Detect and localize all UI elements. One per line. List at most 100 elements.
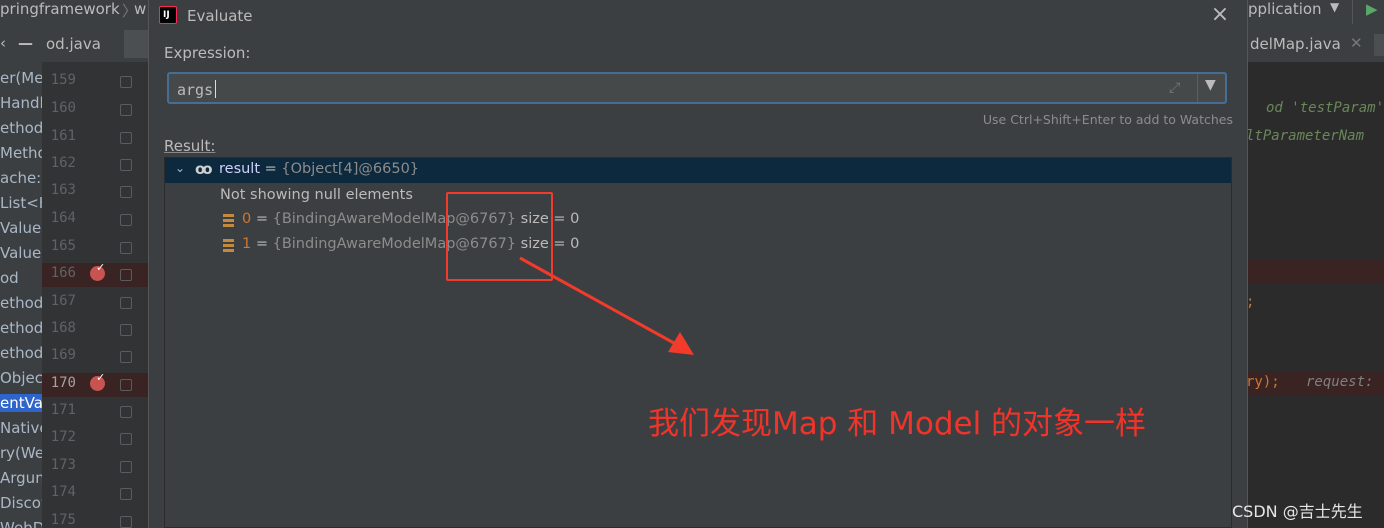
code-fragment: request: [1306, 374, 1374, 390]
editor-code-area[interactable]: od 'testParam' ltParameterNam; ry); request… [1246, 62, 1384, 528]
line-number: 173 [50, 457, 76, 473]
structure-item[interactable]: Discov [0, 494, 42, 512]
element-equals: = [251, 236, 273, 252]
run-icon[interactable]: ▶ [1366, 0, 1378, 18]
close-tab-icon[interactable]: ✕ [1350, 34, 1363, 52]
minimize-icon[interactable]: — [18, 34, 33, 52]
array-element-icon [223, 214, 234, 227]
fold-icon[interactable] [120, 324, 132, 336]
chevron-down-icon[interactable]: ▼ [1330, 0, 1339, 14]
line-number: 162 [50, 155, 76, 171]
line-number: 172 [50, 429, 76, 445]
fold-icon[interactable] [120, 104, 132, 116]
fold-icon[interactable] [120, 433, 132, 445]
structure-item[interactable]: List<H [0, 194, 42, 212]
line-number: 174 [50, 484, 76, 500]
array-element-icon [223, 239, 234, 252]
code-fragment: ry); [1246, 374, 1280, 390]
fold-icon[interactable] [120, 379, 132, 391]
breadcrumb-next[interactable]: w [134, 0, 146, 18]
fold-icon[interactable] [120, 488, 132, 500]
element-size-value: 0 [570, 236, 580, 252]
watermark: CSDN @吉士先生 [1232, 502, 1363, 521]
expression-input[interactable] [177, 79, 1157, 101]
element-size-value: 0 [570, 211, 580, 227]
line-number: 163 [50, 182, 76, 198]
structure-item[interactable]: ry(Wel [0, 444, 42, 462]
structure-item[interactable]: entValu [0, 394, 42, 412]
watch-glasses-icon: oo [195, 160, 213, 178]
project-breadcrumb[interactable]: pringframework [0, 0, 120, 18]
fold-icon[interactable] [120, 76, 132, 88]
tree-row-result[interactable]: ⌄ oo result = {Object[4]@6650} [165, 158, 1231, 183]
fold-icon[interactable] [120, 351, 132, 363]
structure-item[interactable]: od [0, 269, 19, 287]
annotation-text: 我们发现Map 和 Model 的对象一样 [648, 406, 1147, 442]
element-equals: = [251, 211, 273, 227]
code-fragment: ltParameterNam [1246, 128, 1365, 144]
fold-icon[interactable] [120, 159, 132, 171]
structure-item[interactable]: ethod [0, 319, 42, 337]
code-fragment: od 'testParam' [1266, 100, 1384, 116]
toolbar-divider [1352, 0, 1353, 24]
structure-item[interactable]: Objec [0, 369, 42, 387]
line-number: 166 [50, 265, 76, 281]
fold-icon[interactable] [120, 269, 132, 281]
structure-item[interactable]: ethod [0, 119, 42, 137]
structure-item[interactable]: Metho [0, 144, 42, 162]
result-name: result [219, 161, 261, 177]
line-number: 168 [50, 320, 76, 336]
annotation-highlight-box [446, 192, 553, 281]
fold-icon[interactable] [120, 406, 132, 418]
line-number: 165 [50, 238, 76, 254]
breakpoint-line-highlight [1246, 260, 1384, 284]
chevron-down-icon[interactable]: ⌄ [175, 161, 185, 175]
structure-item[interactable]: ethod [0, 294, 42, 312]
tab-left-file[interactable]: od.java [46, 35, 101, 53]
fold-icon[interactable] [120, 186, 132, 198]
structure-item[interactable]: Native\ [0, 419, 42, 437]
run-config-select[interactable]: pplication [1248, 0, 1322, 18]
expression-label: Expression: [164, 44, 251, 62]
expand-icon[interactable]: ⤢ [1169, 80, 1180, 96]
dialog-title: Evaluate [187, 7, 253, 25]
result-value: {Object[4]@6650} [281, 161, 420, 177]
chevron-down-icon[interactable]: ▼ [1205, 77, 1216, 93]
result-tree[interactable]: ⌄ oo result = {Object[4]@6650} Not showi… [164, 157, 1232, 528]
structure-item[interactable]: ValueH [0, 244, 42, 262]
line-number: 175 [50, 512, 76, 528]
dropdown-divider [1197, 74, 1198, 102]
fold-icon[interactable] [120, 214, 132, 226]
structure-item[interactable]: er(Me [0, 69, 42, 87]
structure-item[interactable]: ethod [0, 344, 42, 362]
structure-item[interactable]: Handl [0, 94, 42, 112]
structure-panel: er(Me Handl ethod Metho ache:N List<H ValueH Va… [0, 62, 42, 528]
expression-combo[interactable]: ⤢ ▼ [167, 72, 1227, 104]
result-equals: = [260, 161, 282, 177]
structure-item[interactable]: Argum [0, 469, 42, 487]
fold-icon[interactable] [120, 242, 132, 254]
dialog-title-bar[interactable]: IJ Evaluate × [149, 0, 1247, 32]
tab-overflow[interactable] [1374, 34, 1384, 56]
structure-item[interactable]: WebDa [0, 519, 42, 528]
editor-gutter: 159 160 161 162 163 164 165 166 167 168 169 170 171 1… [42, 62, 148, 528]
tab-active-indicator[interactable] [124, 30, 148, 58]
line-number: 170 [50, 375, 76, 391]
breakpoint-icon[interactable] [90, 261, 105, 281]
structure-item[interactable]: ache:N [0, 169, 42, 187]
line-number: 159 [50, 72, 76, 88]
breakpoint-icon[interactable] [90, 371, 105, 391]
close-icon[interactable]: × [1209, 4, 1231, 26]
fold-icon[interactable] [120, 516, 132, 528]
fold-icon[interactable] [120, 132, 132, 144]
line-number: 161 [50, 128, 76, 144]
result-label: Result: [164, 137, 216, 155]
collapse-icon[interactable]: ‹ [0, 34, 6, 52]
evaluate-dialog: IJ Evaluate × Expression: ⤢ ▼ Use Ctrl+S… [148, 0, 1248, 528]
tab-right-file[interactable]: delMap.java [1250, 35, 1341, 53]
structure-item[interactable]: ValueH [0, 219, 42, 237]
watches-hint: Use Ctrl+Shift+Enter to add to Watches [982, 112, 1233, 127]
fold-icon[interactable] [120, 461, 132, 473]
fold-icon[interactable] [120, 297, 132, 309]
text-caret [215, 80, 216, 98]
